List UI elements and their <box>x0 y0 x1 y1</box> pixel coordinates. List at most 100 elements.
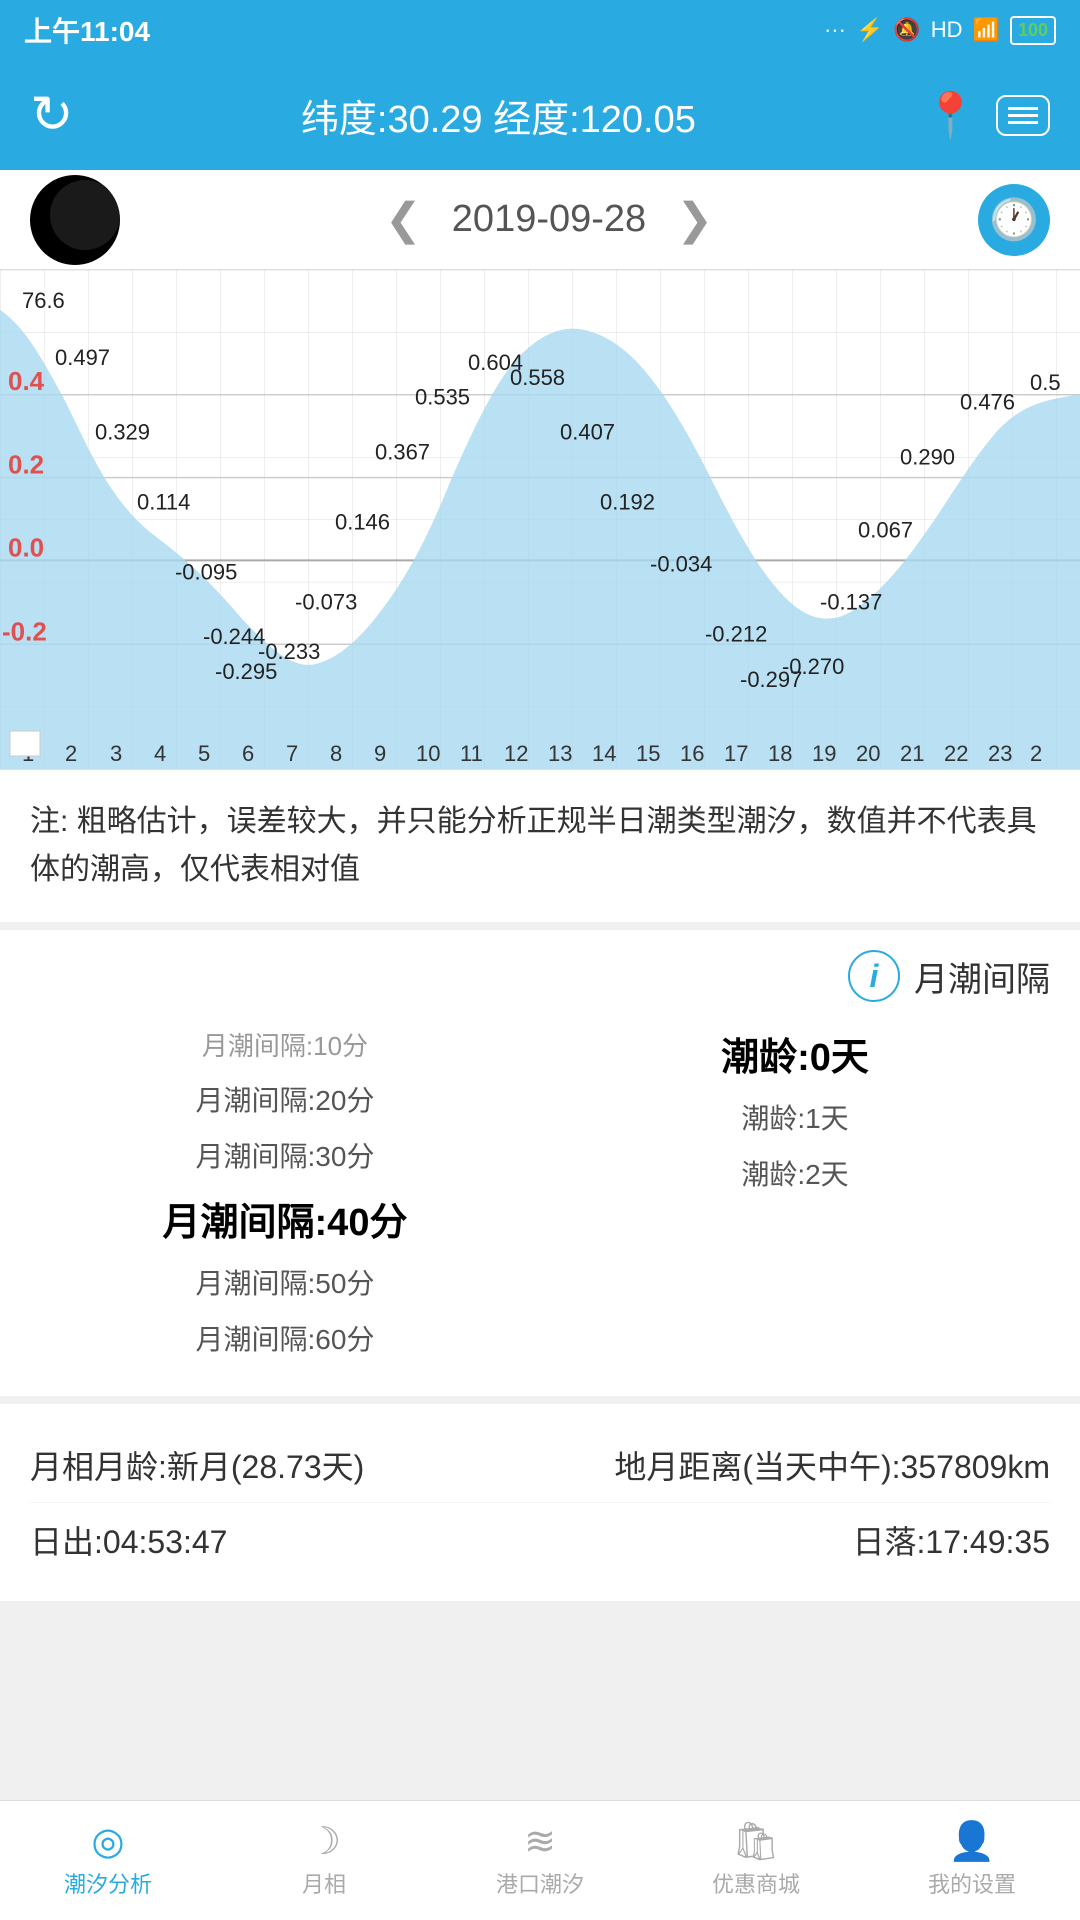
svg-text:0.367: 0.367 <box>375 440 430 465</box>
nav-port-tide[interactable]: ≋ 港口潮汐 <box>432 1801 648 1920</box>
tidal-interval-columns: 月潮间隔:10分 月潮间隔:20分 月潮间隔:30分 月潮间隔:40分 月潮间隔… <box>30 1018 1050 1366</box>
current-date: 2019-09-28 <box>452 198 646 241</box>
svg-text:11: 11 <box>460 741 483 766</box>
tidal-age-item-0[interactable]: 潮龄:0天 <box>540 1018 1050 1089</box>
nav-moon-phase-label: 月相 <box>302 1867 346 1899</box>
tidal-interval-label: 月潮间隔 <box>914 952 1050 1001</box>
nav-settings[interactable]: 👤 我的设置 <box>864 1801 1080 1920</box>
nav-moon-phase[interactable]: ☽ 月相 <box>216 1801 432 1920</box>
svg-text:22: 22 <box>944 741 968 766</box>
svg-text:0.535: 0.535 <box>415 385 470 410</box>
svg-text:0.476: 0.476 <box>960 390 1015 415</box>
svg-text:0.067: 0.067 <box>858 517 913 542</box>
date-nav-center: ❮ 2019-09-28 ❯ <box>385 194 713 245</box>
svg-text:14: 14 <box>592 741 616 766</box>
info-icon: i <box>848 950 900 1002</box>
port-tide-icon: ≋ <box>524 1823 556 1861</box>
nav-settings-label: 我的设置 <box>928 1867 1016 1899</box>
svg-text:7: 7 <box>286 741 298 766</box>
tidal-interval-item-5[interactable]: 月潮间隔:50分 <box>30 1254 540 1310</box>
svg-text:0.192: 0.192 <box>600 490 655 515</box>
battery-icon: 100 <box>1010 16 1056 45</box>
svg-text:-0.2: -0.2 <box>2 616 47 646</box>
settings-icon: 👤 <box>948 1823 995 1861</box>
svg-text:-0.034: -0.034 <box>650 551 712 576</box>
tidal-age-item-2[interactable]: 潮龄:2天 <box>540 1145 1050 1201</box>
svg-text:21: 21 <box>900 741 924 766</box>
network-icon: HD <box>931 17 963 43</box>
header-icons: 📍 <box>923 89 1050 141</box>
tidal-age-right: 潮龄:0天 潮龄:1天 潮龄:2天 <box>540 1018 1050 1366</box>
svg-text:8: 8 <box>330 741 342 766</box>
svg-text:0.146: 0.146 <box>335 510 390 535</box>
tidal-interval-item-3[interactable]: 月潮间隔:30分 <box>30 1127 540 1183</box>
svg-text:0.0: 0.0 <box>8 532 44 562</box>
mute-icon: 🔕 <box>893 17 920 43</box>
next-date-button[interactable]: ❯ <box>676 194 713 245</box>
svg-text:23: 23 <box>988 741 1012 766</box>
tidal-interval-header: i 月潮间隔 <box>30 950 1050 1002</box>
moon-distance-value: 地月距离(当天中午):357809km <box>614 1442 1050 1488</box>
svg-text:0.4: 0.4 <box>8 366 45 396</box>
moon-phase-icon <box>30 175 120 265</box>
nav-tidal-analysis-label: 潮汐分析 <box>64 1867 152 1899</box>
svg-text:0.558: 0.558 <box>510 365 565 390</box>
tidal-interval-section: i 月潮间隔 月潮间隔:10分 月潮间隔:20分 月潮间隔:30分 月潮间隔:4… <box>0 930 1080 1404</box>
nav-tidal-analysis[interactable]: ◎ 潮汐分析 <box>0 1801 216 1920</box>
tidal-chart: 76.6 0.497 0.329 0.114 -0.095 -0.244 -0.… <box>0 270 1080 770</box>
svg-text:16: 16 <box>680 741 704 766</box>
svg-text:-0.270: -0.270 <box>782 654 844 679</box>
chart-svg: 76.6 0.497 0.329 0.114 -0.095 -0.244 -0.… <box>0 270 1080 769</box>
svg-text:13: 13 <box>548 741 572 766</box>
sunrise-row: 日出:04:53:47 日落:17:49:35 <box>30 1503 1050 1577</box>
signal-icon: ··· <box>824 17 846 43</box>
svg-text:-0.137: -0.137 <box>820 589 882 614</box>
moon-phase-nav-icon: ☽ <box>307 1823 341 1861</box>
tidal-interval-item-1[interactable]: 月潮间隔:10分 <box>30 1018 540 1071</box>
bluetooth-icon: ⚡ <box>856 17 883 43</box>
moon-age-row: 月相月龄:新月(28.73天) 地月距离(当天中午):357809km <box>30 1428 1050 1503</box>
sunrise-label: 日出:04:53:47 <box>30 1517 227 1563</box>
svg-text:-0.095: -0.095 <box>175 559 237 584</box>
info-section: 月相月龄:新月(28.73天) 地月距离(当天中午):357809km 日出:0… <box>0 1404 1080 1602</box>
svg-text:18: 18 <box>768 741 792 766</box>
nav-shop[interactable]: 🛍 优惠商城 <box>648 1801 864 1920</box>
svg-text:5: 5 <box>198 741 210 766</box>
note-text: 注: 粗略估计，误差较大，并只能分析正规半日潮类型潮汐，数值并不代表具体的潮高，… <box>30 798 1050 894</box>
shop-icon: 🛍 <box>732 1823 780 1861</box>
sunset-value: 日落:17:49:35 <box>853 1517 1050 1563</box>
refresh-button[interactable]: ↺ <box>30 89 74 141</box>
tidal-interval-item-4[interactable]: 月潮间隔:40分 <box>30 1183 540 1254</box>
tidal-age-item-1[interactable]: 潮龄:1天 <box>540 1089 1050 1145</box>
svg-text:-0.212: -0.212 <box>705 621 767 646</box>
svg-text:0.329: 0.329 <box>95 420 150 445</box>
svg-text:4: 4 <box>154 741 166 766</box>
wifi-icon: 📶 <box>973 17 1000 43</box>
status-bar: 上午11:04 ··· ⚡ 🔕 HD 📶 100 <box>0 0 1080 60</box>
tidal-analysis-icon: ◎ <box>91 1823 124 1861</box>
svg-text:-0.244: -0.244 <box>203 624 265 649</box>
clock-button[interactable]: 🕐 <box>978 184 1050 256</box>
tidal-interval-item-6[interactable]: 月潮间隔:60分 <box>30 1310 540 1366</box>
svg-text:15: 15 <box>636 741 660 766</box>
svg-text:0.407: 0.407 <box>560 420 615 445</box>
svg-text:3: 3 <box>110 741 122 766</box>
note-section: 注: 粗略估计，误差较大，并只能分析正规半日潮类型潮汐，数值并不代表具体的潮高，… <box>0 770 1080 930</box>
svg-text:10: 10 <box>416 741 440 766</box>
nav-port-tide-label: 港口潮汐 <box>496 1867 584 1899</box>
svg-text:19: 19 <box>812 741 836 766</box>
svg-text:0.2: 0.2 <box>8 450 44 480</box>
svg-text:2: 2 <box>1030 741 1042 766</box>
moon-age-label: 月相月龄:新月(28.73天) <box>30 1442 364 1488</box>
status-icons: ··· ⚡ 🔕 HD 📶 100 <box>824 16 1056 45</box>
status-time: 上午11:04 <box>24 10 150 50</box>
tidal-interval-left: 月潮间隔:10分 月潮间隔:20分 月潮间隔:30分 月潮间隔:40分 月潮间隔… <box>30 1018 540 1366</box>
svg-text:0.5: 0.5 <box>1030 370 1061 395</box>
tidal-interval-item-2[interactable]: 月潮间隔:20分 <box>30 1071 540 1127</box>
menu-button[interactable] <box>996 95 1050 136</box>
location-button[interactable]: 📍 <box>923 89 978 141</box>
header-title: 纬度:30.29 经度:120.05 <box>74 88 924 143</box>
svg-text:-0.073: -0.073 <box>295 589 357 614</box>
svg-text:9: 9 <box>374 741 386 766</box>
prev-date-button[interactable]: ❮ <box>385 194 422 245</box>
